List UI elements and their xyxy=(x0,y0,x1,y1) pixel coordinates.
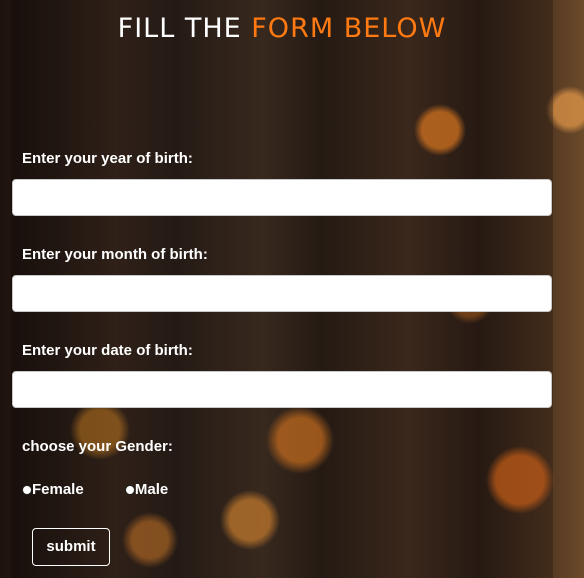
date-input[interactable] xyxy=(12,371,552,408)
male-label: Male xyxy=(134,481,169,498)
date-label: Enter your date of birth: xyxy=(22,342,193,359)
form-panel: FILL THE FORM BELOW Enter your year of b… xyxy=(11,0,553,578)
year-label: Enter your year of birth: xyxy=(22,150,193,167)
female-option[interactable]: Female xyxy=(22,480,84,500)
title-primary: FILL THE xyxy=(117,13,242,44)
gender-options: Female Male xyxy=(22,480,205,500)
male-option[interactable]: Male xyxy=(124,480,169,500)
page-title: FILL THE FORM BELOW xyxy=(11,12,553,46)
female-radio[interactable] xyxy=(22,485,32,495)
submit-button[interactable]: submit xyxy=(32,528,110,566)
page-background: FILL THE FORM BELOW Enter your year of b… xyxy=(0,0,584,578)
year-input[interactable] xyxy=(12,179,552,216)
title-accent: FORM BELOW xyxy=(251,13,447,44)
month-input[interactable] xyxy=(12,275,552,312)
male-radio[interactable] xyxy=(124,485,135,495)
female-label: Female xyxy=(32,481,84,498)
gender-label: choose your Gender: xyxy=(22,438,173,455)
month-label: Enter your month of birth: xyxy=(22,246,208,263)
